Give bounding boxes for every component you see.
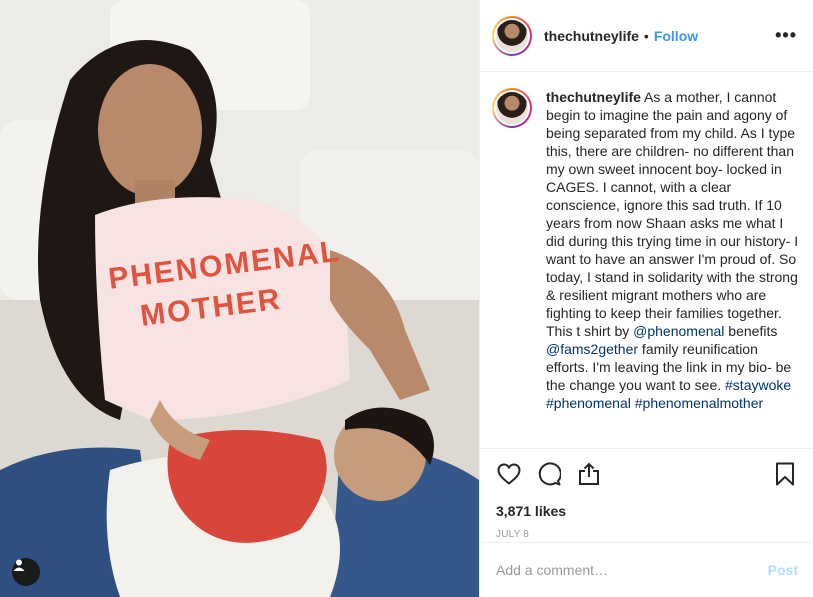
post-actions: 3,871 likes JULY 8 — [480, 448, 813, 540]
comment-icon — [538, 462, 561, 486]
comment-input[interactable] — [496, 562, 768, 578]
share-icon — [579, 462, 599, 485]
share-button[interactable] — [576, 461, 602, 487]
like-button[interactable] — [496, 461, 522, 487]
hashtag-phenomenalmother-link[interactable]: #phenomenalmother — [635, 395, 763, 411]
username-link[interactable]: thechutneylife — [544, 28, 639, 44]
comment-button[interactable] — [536, 461, 562, 487]
caption-text: thechutneylife As a mother, I cannot beg… — [546, 88, 802, 448]
post-date[interactable]: JULY 8 — [496, 529, 798, 540]
likes-count[interactable]: 3,871 likes — [496, 503, 798, 519]
separator-dot: • — [643, 27, 649, 44]
caption-username-link[interactable]: thechutneylife — [546, 89, 641, 105]
tagged-users-button[interactable] — [12, 558, 40, 586]
avatar[interactable] — [492, 15, 532, 56]
bookmark-icon — [776, 462, 794, 486]
more-options-icon[interactable]: ••• — [775, 25, 797, 46]
post-photo[interactable]: PHENOMENAL MOTHER — [0, 0, 479, 597]
caption-body-1: As a mother, I cannot begin to imagine t… — [546, 89, 799, 339]
save-button[interactable] — [772, 461, 798, 487]
caption-avatar[interactable] — [492, 88, 532, 128]
mention-fams2gether-link[interactable]: @fams2gether — [546, 341, 638, 357]
comment-bar: Post — [480, 542, 813, 597]
hashtag-staywoke-link[interactable]: #staywoke — [725, 377, 791, 393]
caption-section: thechutneylife As a mother, I cannot beg… — [480, 72, 813, 448]
post-side-panel: thechutneylife • Follow ••• thechutneyli… — [479, 0, 813, 597]
post-header: thechutneylife • Follow ••• — [480, 0, 813, 72]
post-comment-button[interactable]: Post — [768, 562, 798, 578]
heart-icon — [497, 463, 521, 485]
user-tag-icon — [13, 559, 25, 571]
mention-phenomenal-link[interactable]: @phenomenal — [633, 323, 724, 339]
action-icons-row — [496, 459, 798, 489]
caption-body-2: benefits — [724, 323, 778, 339]
follow-button[interactable]: Follow — [654, 28, 698, 44]
hashtag-phenomenal-link[interactable]: #phenomenal — [546, 395, 631, 411]
